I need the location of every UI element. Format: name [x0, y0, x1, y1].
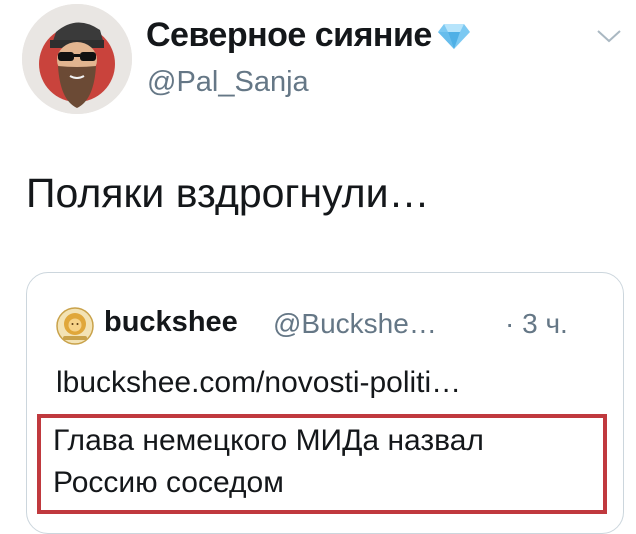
quoted-timestamp[interactable]: · 3 ч.	[505, 308, 568, 340]
author-handle[interactable]: @Pal_Sanja	[147, 66, 309, 99]
blue-diamond-icon	[436, 21, 472, 51]
quoted-text-line-2: Россию соседом	[53, 466, 284, 499]
author-avatar[interactable]	[22, 4, 132, 114]
tweet-text: Поляки вздрогнули…	[26, 170, 430, 216]
lion-logo-avatar-icon[interactable]	[56, 307, 94, 345]
quoted-handle[interactable]: @Buckshe…	[273, 308, 437, 340]
quoted-display-name[interactable]: buckshee	[104, 306, 238, 339]
author-name[interactable]: Северное сияние	[146, 16, 472, 55]
chevron-down-icon[interactable]	[596, 28, 622, 44]
author-display-name[interactable]: Северное сияние	[146, 16, 432, 55]
quoted-link[interactable]: lbuckshee.com/novosti-politi…	[56, 366, 461, 400]
bearded-man-sunglasses-avatar-icon	[22, 4, 132, 114]
quoted-text: Глава немецкого МИДа назвал Россию сосед…	[53, 420, 484, 504]
quoted-text-line-1: Глава немецкого МИДа назвал	[53, 424, 484, 457]
